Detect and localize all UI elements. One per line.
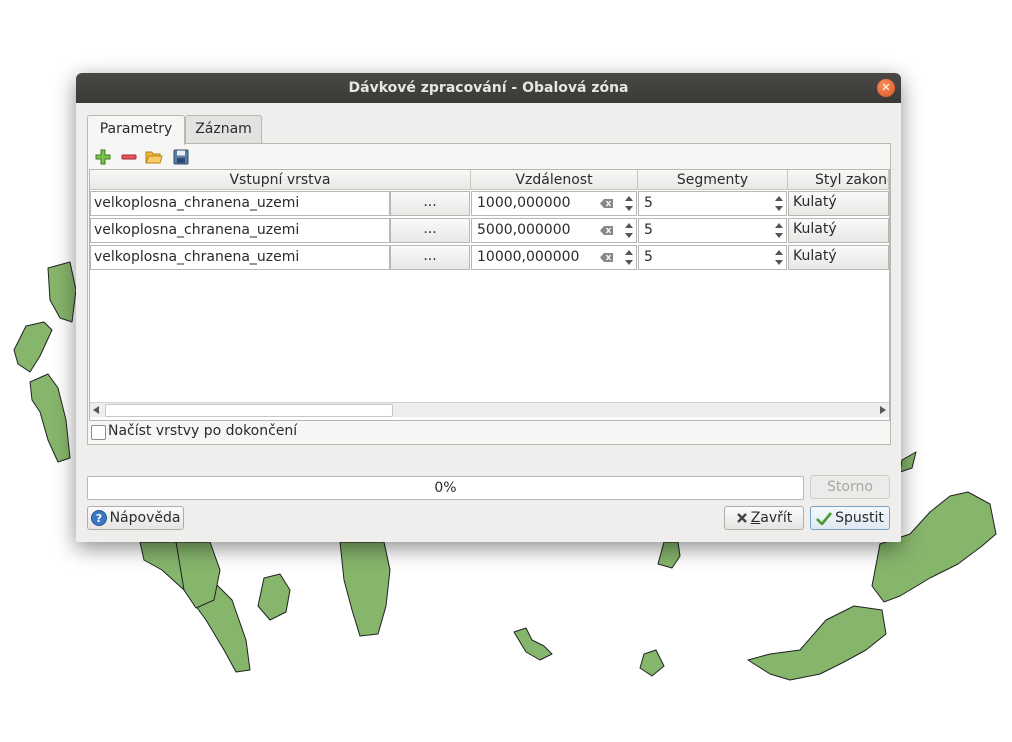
map-polygon xyxy=(175,541,221,609)
help-icon: ? xyxy=(90,510,107,526)
spin-arrows[interactable] xyxy=(774,220,784,241)
distance-spinbox[interactable]: 10000,000000 xyxy=(471,245,637,270)
map-polygon xyxy=(899,451,917,473)
checkmark-icon xyxy=(816,512,833,525)
distance-value: 10000,000000 xyxy=(477,249,580,265)
input-layer-field[interactable]: velkoplosna_chranena_uzemi xyxy=(90,191,390,216)
scroll-right-icon[interactable] xyxy=(879,406,886,414)
cancel-button[interactable]: Storno xyxy=(810,475,890,499)
clear-icon[interactable] xyxy=(600,199,613,208)
chevron-down-icon[interactable] xyxy=(775,260,783,265)
distance-spinbox[interactable]: 1000,000000 xyxy=(471,191,637,216)
chevron-down-icon[interactable] xyxy=(775,206,783,211)
close-icon[interactable]: ✕ xyxy=(877,79,895,97)
run-button-label: Spustit xyxy=(835,510,884,526)
spin-arrows[interactable] xyxy=(774,193,784,214)
distance-spinbox[interactable]: 5000,000000 xyxy=(471,218,637,243)
window-title: Dávkové zpracování - Obalová zóna xyxy=(348,80,629,96)
column-header-segments[interactable]: Segmenty xyxy=(638,170,788,190)
map-polygon xyxy=(747,605,887,681)
help-button[interactable]: ? Nápověda xyxy=(87,506,184,530)
clear-icon[interactable] xyxy=(600,253,613,262)
remove-row-icon[interactable] xyxy=(120,148,138,166)
chevron-down-icon[interactable] xyxy=(775,233,783,238)
segments-value: 5 xyxy=(644,195,653,211)
load-layers-label: Načíst vrstvy po dokončení xyxy=(108,423,298,439)
clear-icon[interactable] xyxy=(600,226,613,235)
close-button[interactable]: Zavřít xyxy=(724,506,804,530)
map-polygon xyxy=(29,373,71,463)
scroll-left-icon[interactable] xyxy=(93,406,100,414)
distance-value: 5000,000000 xyxy=(477,222,571,238)
progress-bar: 0% xyxy=(87,476,804,500)
help-button-label: Nápověda xyxy=(109,510,181,526)
run-button[interactable]: Spustit xyxy=(810,506,890,530)
chevron-up-icon[interactable] xyxy=(625,223,633,228)
spin-arrows[interactable] xyxy=(624,220,634,241)
close-button-label: Zavřít xyxy=(750,510,793,526)
svg-text:?: ? xyxy=(95,512,101,525)
map-polygon xyxy=(639,649,665,677)
close-x-icon xyxy=(736,513,747,523)
segments-value: 5 xyxy=(644,249,653,265)
input-layer-field[interactable]: velkoplosna_chranena_uzemi xyxy=(90,245,390,270)
batch-processing-dialog: Dávkové zpracování - Obalová zóna ✕ Para… xyxy=(76,73,901,542)
chevron-up-icon[interactable] xyxy=(625,196,633,201)
chevron-down-icon[interactable] xyxy=(625,206,633,211)
browse-layer-button[interactable]: ... xyxy=(390,245,470,270)
tab-parametry[interactable]: Parametry xyxy=(87,115,185,145)
column-header-input-layer[interactable]: Vstupní vrstva xyxy=(90,170,471,190)
tab-zaznam[interactable]: Záznam xyxy=(185,115,262,144)
add-row-icon[interactable] xyxy=(94,148,112,166)
horizontal-scrollbar[interactable] xyxy=(90,402,889,417)
spin-arrows[interactable] xyxy=(624,247,634,268)
input-layer-field[interactable]: velkoplosna_chranena_uzemi xyxy=(90,218,390,243)
segments-spinbox[interactable]: 5 xyxy=(638,245,787,270)
spin-arrows[interactable] xyxy=(624,193,634,214)
save-icon[interactable] xyxy=(172,148,190,166)
chevron-up-icon[interactable] xyxy=(775,196,783,201)
open-folder-icon[interactable] xyxy=(145,148,163,166)
scrollbar-thumb[interactable] xyxy=(105,404,393,417)
chevron-down-icon[interactable] xyxy=(625,260,633,265)
chevron-up-icon[interactable] xyxy=(775,223,783,228)
end-cap-style-select[interactable]: Kulatý xyxy=(788,218,889,243)
chevron-up-icon[interactable] xyxy=(625,250,633,255)
distance-value: 1000,000000 xyxy=(477,195,571,211)
load-layers-checkbox[interactable] xyxy=(91,425,106,440)
title-bar[interactable]: Dávkové zpracování - Obalová zóna ✕ xyxy=(76,73,901,103)
segments-value: 5 xyxy=(644,222,653,238)
chevron-down-icon[interactable] xyxy=(625,233,633,238)
end-cap-style-select[interactable]: Kulatý xyxy=(788,191,889,216)
map-polygon xyxy=(13,321,53,373)
segments-spinbox[interactable]: 5 xyxy=(638,191,787,216)
map-polygon xyxy=(47,261,77,323)
segments-spinbox[interactable]: 5 xyxy=(638,218,787,243)
column-header-end-cap-style[interactable]: Styl zakončení xyxy=(788,170,889,190)
chevron-up-icon[interactable] xyxy=(775,250,783,255)
end-cap-style-select[interactable]: Kulatý xyxy=(788,245,889,270)
column-header-distance[interactable]: Vzdálenost xyxy=(471,170,638,190)
map-polygon xyxy=(339,541,391,637)
spin-arrows[interactable] xyxy=(774,247,784,268)
browse-layer-button[interactable]: ... xyxy=(390,218,470,243)
map-polygon xyxy=(257,573,291,621)
batch-table: Vstupní vrstva Vzdálenost Segmenty Styl … xyxy=(89,169,890,421)
map-polygon xyxy=(513,627,553,661)
map-polygon xyxy=(657,541,681,569)
browse-layer-button[interactable]: ... xyxy=(390,191,470,216)
